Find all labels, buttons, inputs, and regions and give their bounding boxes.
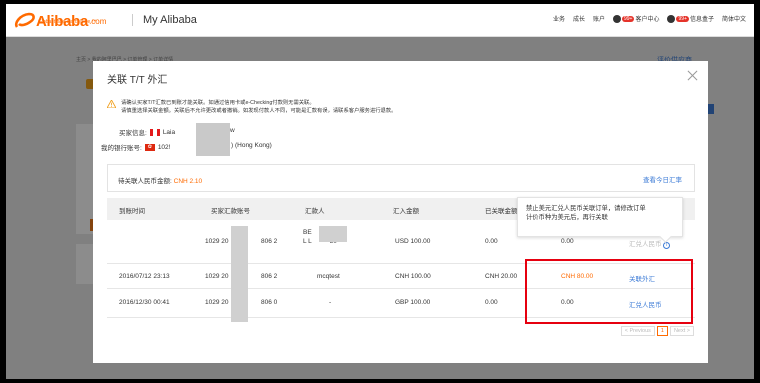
row-linked: 0.00 (485, 299, 498, 306)
message-badge: 99+ (676, 15, 689, 22)
app-frame: Alibaba .com Global trade starts here.™ … (6, 4, 754, 379)
row-amount: GBP 100.00 (395, 299, 431, 306)
nav-service-center[interactable]: 99+ 客户中心 (612, 14, 660, 23)
bank-label: 我的银行账号: (101, 145, 142, 152)
pending-amount: CNH 2.10 (173, 178, 203, 185)
service-label: 客户中心 (635, 17, 660, 23)
row-time: 2016/07/12 23:13 (119, 273, 170, 280)
buyer-label: 买家信息: (119, 130, 147, 137)
row-account-end: 806 0 (261, 299, 278, 306)
nav-account[interactable]: 账户 (593, 14, 605, 23)
usd-restriction-tooltip: 禁止美元汇兑人民币关联订单，请修改订单 计价币种为美元后，再行关联 (517, 197, 683, 237)
next-page-button[interactable]: Next > (669, 326, 694, 336)
row-account-end: 806 2 (261, 273, 278, 280)
page-1-button[interactable]: 1 (656, 326, 668, 336)
action-label: 汇兑人民币 (629, 241, 662, 248)
bank-account-row: 我的银行账号: ✿ 102! (101, 142, 170, 152)
bank-region: ) (Hong Kong) (231, 142, 272, 149)
my-alibaba-title[interactable]: My Alibaba (132, 14, 197, 26)
warning-line-2: 请慎重选择关联金额。关联后不允许更改或者撤销。如发现付款人不同，可能是汇款有误，… (121, 108, 397, 114)
col-payer: 汇款人 (305, 208, 325, 215)
pending-box: 待关联人民币金额: CNH 2.10 查看今日汇率 (107, 164, 695, 192)
row-account-start: 1029 20 (205, 299, 229, 306)
logo-tagline: Global trade starts here.™ (38, 19, 97, 25)
top-nav: 业务 成长 账户 99+ 客户中心 99+ 信息盒子 简体中文 (553, 14, 746, 23)
row-account-start: 1029 20 (205, 273, 229, 280)
modal-title: 关联 T/T 外汇 (107, 75, 168, 86)
buyer-name: Laia (162, 128, 176, 136)
warning-notice: 请确认买家T/T汇款已到账才能关联。如通过信用卡或e-Checking付款则无需… (107, 99, 396, 115)
bank-number: 102! (157, 143, 171, 151)
redacted-payer (319, 226, 347, 242)
top-header: Alibaba .com Global trade starts here.™ … (6, 4, 754, 37)
row-time: 2016/12/30 00:41 (119, 299, 170, 306)
message-label: 信息盒子 (689, 17, 714, 23)
language-selector[interactable]: 简体中文 (722, 14, 746, 23)
col-linked-amount: 已关联金额 (485, 208, 518, 215)
row-payer: mcqtest (317, 273, 340, 280)
info-icon[interactable]: i (663, 242, 671, 249)
nav-business[interactable]: 业务 (553, 14, 565, 23)
pending-label-text: 待关联人民币金额: (118, 178, 174, 185)
tooltip-line-2: 计价币种为美元后，再行关联 (526, 214, 608, 221)
prev-page-button[interactable]: < Previous (620, 326, 655, 336)
alibaba-logo-icon (14, 12, 35, 28)
row-linked: CNH 20.00 (485, 273, 518, 280)
redacted-column (231, 226, 248, 322)
row-account-end: 806 2 (261, 238, 278, 245)
row-payer: - (329, 299, 332, 306)
hong-kong-flag-icon: ✿ (144, 143, 155, 151)
buyer-name-end: w (230, 127, 235, 134)
redacted-block (196, 123, 230, 156)
close-icon[interactable] (687, 70, 698, 81)
canada-flag-icon (149, 128, 160, 136)
highlight-annotation (525, 259, 693, 324)
row-linked: 0.00 (485, 238, 498, 245)
warning-text: 请确认买家T/T汇款已到账才能关联。如通过信用卡或e-Checking付款则无需… (121, 99, 396, 115)
pagination: < Previous 1 Next > (620, 326, 694, 336)
row-amount: CNH 100.00 (395, 273, 431, 280)
buyer-info-row: 买家信息: Laia (119, 127, 175, 137)
nav-growth[interactable]: 成长 (573, 14, 585, 23)
row-amount: USD 100.00 (395, 238, 431, 245)
warning-line-1: 请确认买家T/T汇款已到账才能关联。如通过信用卡或e-Checking付款则无需… (121, 100, 315, 106)
col-arrival-time: 到账时间 (119, 208, 145, 215)
headset-icon (612, 14, 621, 23)
warning-icon (107, 100, 116, 108)
pending-label: 待关联人民币金额: CNH 2.10 (118, 175, 202, 185)
tooltip-line-1: 禁止美元汇兑人民币关联订单，请修改订单 (526, 205, 646, 212)
view-exchange-rate-link[interactable]: 查看今日汇率 (643, 174, 682, 184)
col-buyer-account: 买家汇款账号 (211, 208, 250, 215)
service-badge: 99+ (621, 15, 635, 22)
col-amount: 汇入金额 (393, 208, 419, 215)
message-icon (667, 14, 676, 23)
nav-message-box[interactable]: 99+ 信息盒子 (667, 14, 714, 23)
row-account-start: 1029 20 (205, 238, 229, 245)
row-pending: 0.00 (561, 238, 574, 245)
